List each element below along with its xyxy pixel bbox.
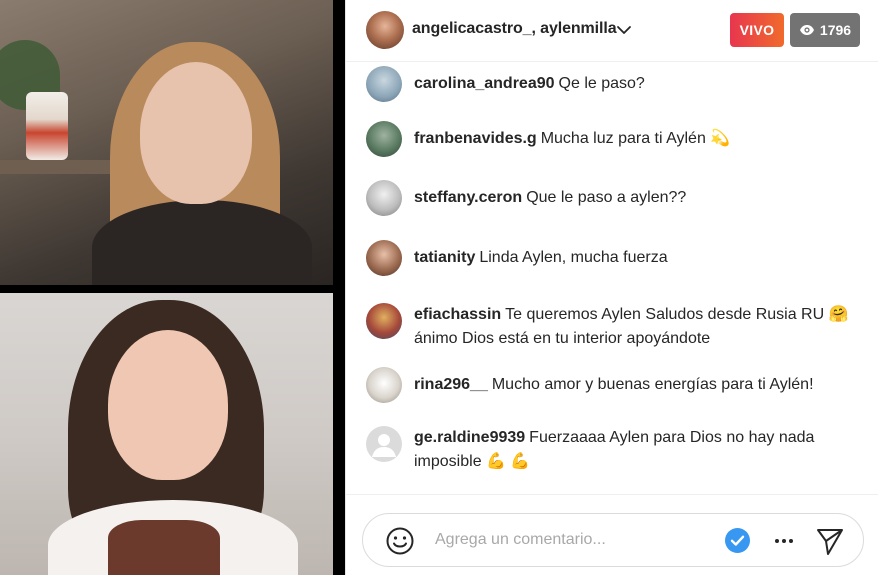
guest-face (108, 330, 228, 480)
comment-item: efiachassin Te queremos Aylen Saludos des… (366, 303, 866, 351)
chat-panel: angelicacastro_, aylenmilla VIVO 1796 ca… (345, 0, 878, 575)
comment-username[interactable]: ge.raldine9939 (414, 429, 525, 446)
comment-item: ge.raldine9939 Fuerzaaaa Aylen para Dios … (366, 426, 866, 474)
host-avatar[interactable] (366, 11, 404, 49)
chevron-down-icon[interactable] (616, 22, 632, 38)
avatar[interactable] (366, 180, 402, 216)
comment-item: steffany.ceron Que le paso a aylen?? (366, 180, 866, 216)
viewer-count-badge[interactable]: 1796 (790, 13, 860, 47)
guest-top (108, 520, 220, 575)
jar-decoration (26, 92, 68, 160)
host-video-feed[interactable] (0, 0, 333, 285)
viewer-count: 1796 (819, 22, 852, 38)
comment-input-box[interactable]: Agrega un comentario... (362, 513, 864, 567)
avatar[interactable] (366, 66, 402, 102)
comment-username[interactable]: rina296__ (414, 376, 488, 393)
divider (346, 494, 878, 495)
comment-item: franbenavides.g Mucha luz para ti Aylén 💫 (366, 121, 866, 157)
comment-input-placeholder[interactable]: Agrega un comentario... (435, 531, 606, 549)
default-avatar-icon[interactable] (366, 426, 402, 462)
stream-header: angelicacastro_, aylenmilla VIVO 1796 (346, 0, 878, 62)
avatar[interactable] (366, 303, 402, 339)
comment-item: carolina_andrea90 Qe le paso? (366, 66, 866, 102)
comment-username[interactable]: efiachassin (414, 306, 501, 323)
avatar[interactable] (366, 240, 402, 276)
comments-list[interactable]: carolina_andrea90 Qe le paso? franbenavid… (346, 62, 878, 494)
comment-item: rina296__ Mucho amor y buenas energías pa… (366, 367, 866, 403)
comment-text: Que le paso a aylen?? (526, 189, 687, 206)
avatar[interactable] (366, 121, 402, 157)
comment-item: tatianity Linda Aylen, mucha fuerza (366, 240, 866, 276)
host-face (140, 62, 252, 204)
host-body (92, 200, 312, 285)
comment-username[interactable]: steffany.ceron (414, 189, 522, 206)
comment-text: Linda Aylen, mucha fuerza (479, 249, 668, 266)
comment-text: Qe le paso? (558, 75, 645, 92)
live-badge: VIVO (730, 13, 784, 47)
comment-username[interactable]: tatianity (414, 249, 475, 266)
live-stream-window: angelicacastro_, aylenmilla VIVO 1796 ca… (0, 0, 878, 575)
comment-text: Mucha luz para ti Aylén 💫 (540, 130, 731, 147)
smiley-icon[interactable] (385, 526, 415, 556)
comment-username[interactable]: carolina_andrea90 (414, 75, 555, 92)
comment-username[interactable]: franbenavides.g (414, 130, 537, 147)
send-icon[interactable] (815, 526, 845, 556)
video-area (0, 0, 345, 575)
host-names[interactable]: angelicacastro_, aylenmilla (412, 20, 617, 38)
ellipsis-icon[interactable] (771, 528, 797, 554)
comment-text: Mucho amor y buenas energías para ti Ayl… (491, 376, 814, 393)
check-circle-icon[interactable] (725, 528, 750, 553)
avatar[interactable] (366, 367, 402, 403)
eye-icon (799, 25, 814, 35)
